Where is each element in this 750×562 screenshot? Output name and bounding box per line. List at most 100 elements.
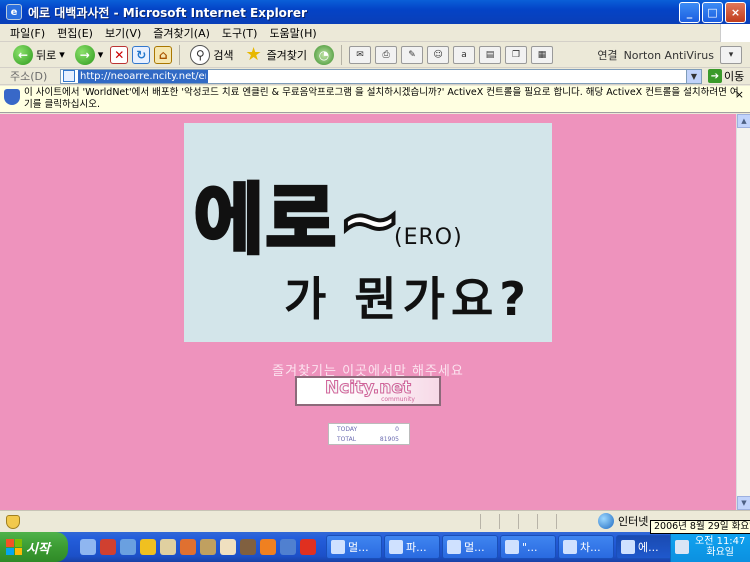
close-button[interactable]: ×	[725, 2, 746, 23]
refresh-icon[interactable]: ↻	[132, 45, 151, 64]
media-icon[interactable]	[100, 539, 116, 555]
date-tooltip: 2006년 8월 29일 화요일	[650, 520, 750, 534]
address-bar: 주소(D) ▼ ➔ 이동	[0, 68, 750, 85]
forward-arrow-icon: →	[74, 44, 95, 65]
dictionary-icon[interactable]: a	[453, 45, 476, 64]
menu-file[interactable]: 파일(F)	[4, 25, 51, 41]
quick-launch	[80, 539, 316, 555]
activex-info-bar[interactable]: 이 사이트에서 'WorldNet'에서 배포한 '악성코드 치료 엔클린 & …	[0, 86, 750, 113]
notepad-icon[interactable]	[160, 539, 176, 555]
taskbar: 시작 멀... 파... 멀... "... 차... 에... 오전 11:4…	[0, 532, 750, 562]
norton-label[interactable]: Norton AntiVirus	[624, 49, 714, 62]
edit-icon[interactable]: ✎	[401, 45, 424, 64]
page-icon	[63, 70, 75, 82]
menu-edit[interactable]: 편집(E)	[51, 25, 99, 41]
back-button[interactable]: ← 뒤로 ▾	[10, 44, 68, 66]
info-bar-close-icon[interactable]: ×	[735, 88, 744, 101]
window-title: 에로 대백과사전 - Microsoft Internet Explorer	[28, 5, 307, 20]
research-icon[interactable]: ▤	[479, 45, 502, 64]
links-label[interactable]: 연결	[597, 47, 617, 63]
menu-help[interactable]: 도움말(H)	[263, 25, 322, 41]
task-button[interactable]: "...	[500, 535, 556, 559]
counter-row-today: TODAY 0	[329, 424, 409, 434]
desktop-icon[interactable]	[80, 539, 96, 555]
clock-day: 화요일	[706, 547, 734, 558]
copy-icon[interactable]: ❐	[505, 45, 528, 64]
today-value: 0	[395, 426, 399, 433]
app-icon[interactable]	[180, 539, 196, 555]
task-button[interactable]: 차...	[558, 535, 614, 559]
window-controls: _ □ ×	[679, 2, 746, 23]
ncity-community-text: community	[381, 396, 415, 403]
address-field[interactable]: ▼	[60, 68, 702, 84]
globe-icon	[598, 513, 614, 529]
address-input[interactable]	[78, 69, 208, 83]
menu-view[interactable]: 보기(V)	[99, 25, 147, 41]
ncity-banner-link[interactable]: Ncity.net community	[295, 376, 441, 406]
winamp-icon[interactable]	[140, 539, 156, 555]
go-label: 이동	[724, 70, 745, 83]
search-button[interactable]: ⚲ 검색	[187, 44, 236, 66]
internet-zone: 인터넷	[598, 513, 648, 529]
info-bar-message[interactable]: 이 사이트에서 'WorldNet'에서 배포한 '악성코드 치료 엔클린 & …	[24, 87, 739, 111]
today-label: TODAY	[337, 426, 358, 433]
task-label: "...	[522, 540, 538, 554]
messenger-icon[interactable]: ☺	[427, 45, 450, 64]
home-icon[interactable]: ⌂	[154, 45, 173, 64]
go-arrow-icon: ➔	[708, 69, 722, 83]
game-icon[interactable]	[240, 539, 256, 555]
character-icon[interactable]	[200, 539, 216, 555]
task-button-active[interactable]: 에...	[616, 535, 672, 559]
print-icon[interactable]: ⎙	[375, 45, 398, 64]
stop-icon[interactable]: ✕	[110, 45, 129, 64]
task-label: 멀...	[464, 541, 485, 554]
ie-icon	[621, 540, 635, 554]
forward-button[interactable]: → ▾	[72, 44, 107, 66]
mail-icon[interactable]: ✉	[349, 45, 372, 64]
maximize-button[interactable]: □	[702, 2, 723, 23]
clock[interactable]: 오전 11:47 화요일	[695, 536, 745, 558]
shield-icon	[4, 89, 20, 105]
go-button[interactable]: ➔ 이동	[708, 68, 744, 84]
ie-icon: e	[6, 4, 22, 20]
menu-tools[interactable]: 도구(T)	[216, 25, 264, 41]
norton-icon[interactable]: ▾	[720, 46, 742, 64]
banner-image: 에로~ (ERO) 가 뭔가요?	[184, 123, 552, 342]
back-dropdown-icon[interactable]: ▾	[59, 48, 65, 61]
history-icon[interactable]: ◔	[314, 44, 335, 65]
toolbar-right: 연결 Norton AntiVirus ▾	[597, 42, 750, 68]
ncity-logo: Ncity.net	[325, 378, 412, 398]
player-icon[interactable]	[220, 539, 236, 555]
task-button[interactable]: 파...	[384, 535, 440, 559]
back-arrow-icon: ←	[13, 44, 33, 65]
chart-icon[interactable]: ▦	[531, 45, 554, 64]
task-button[interactable]: 멀...	[326, 535, 382, 559]
task-label: 에...	[638, 541, 659, 554]
status-bar: 인터넷	[0, 510, 750, 532]
network-icon[interactable]	[675, 540, 689, 554]
task-label: 멀...	[348, 541, 369, 554]
scroll-down-icon[interactable]: ▼	[737, 496, 750, 510]
forward-dropdown-icon[interactable]: ▾	[98, 48, 104, 61]
opera-icon[interactable]	[300, 539, 316, 555]
task-buttons: 멀... 파... 멀... "... 차... 에...	[326, 535, 672, 559]
menu-favorites[interactable]: 즐겨찾기(A)	[147, 25, 216, 41]
windows-flag-icon	[6, 539, 22, 555]
minimize-button[interactable]: _	[679, 2, 700, 23]
zone-label: 인터넷	[618, 515, 649, 528]
vertical-scrollbar[interactable]: ▲ ▼	[736, 114, 750, 510]
total-value: 81905	[379, 436, 399, 443]
windows-logo-icon	[720, 24, 750, 42]
back-label: 뒤로	[36, 48, 57, 62]
browser-icon[interactable]	[280, 539, 296, 555]
page-content: 에로~ (ERO) 가 뭔가요? 즐겨찾기는 이곳에서만 해주세요 Ncity.…	[0, 114, 736, 510]
task-label: 차...	[580, 541, 601, 554]
task-button[interactable]: 멀...	[442, 535, 498, 559]
start-button[interactable]: 시작	[0, 532, 68, 562]
ie-quick-icon[interactable]	[120, 539, 136, 555]
scroll-up-icon[interactable]: ▲	[737, 114, 750, 128]
favorites-button[interactable]: ★ 즐겨찾기	[241, 44, 310, 66]
firefox-icon[interactable]	[260, 539, 276, 555]
security-warning-icon[interactable]	[6, 514, 20, 529]
address-dropdown-icon[interactable]: ▼	[686, 69, 701, 83]
